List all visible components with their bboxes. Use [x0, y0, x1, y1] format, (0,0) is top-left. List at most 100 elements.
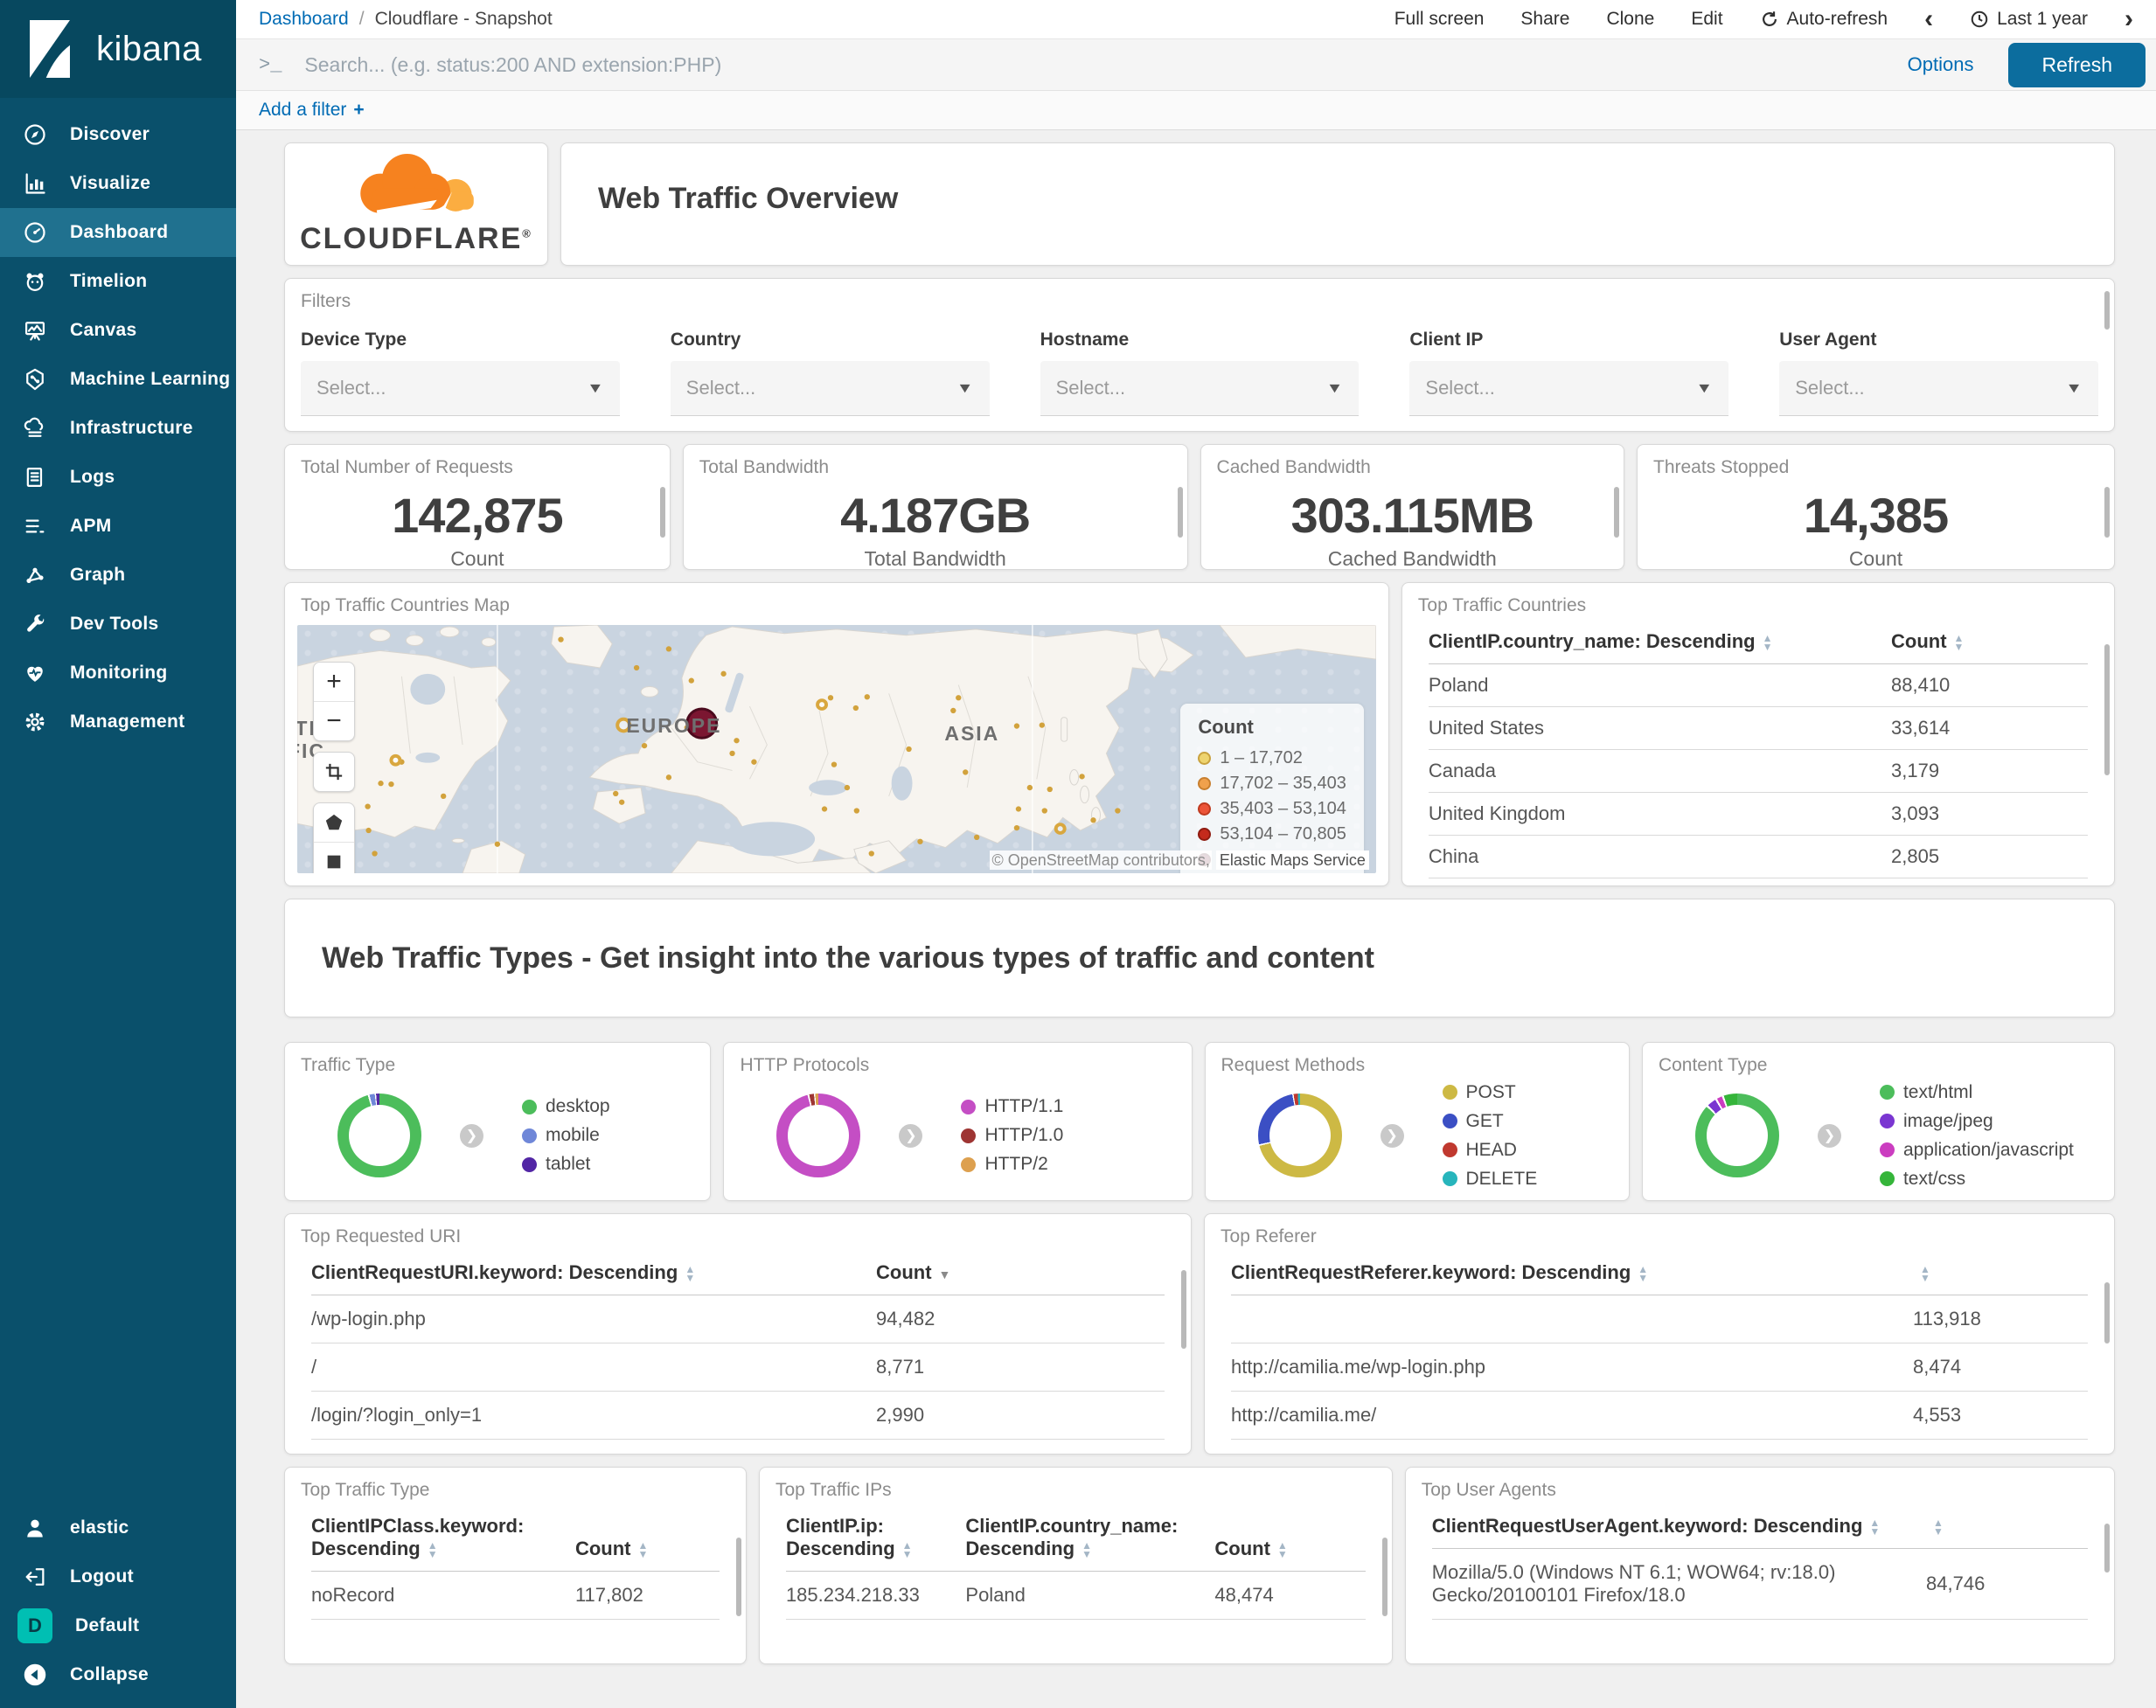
map-fit-bounds-button[interactable] [314, 753, 354, 791]
legend-chevron-icon[interactable]: ❯ [460, 1123, 483, 1148]
column-header-clientrequestreferer-keyword-descending[interactable]: ClientRequestReferer.keyword: Descending… [1231, 1251, 1913, 1295]
column-header-clientip-ip-descending[interactable]: ClientIP.ip: Descending ▲ ▼ [785, 1504, 966, 1572]
time-forward-chevron[interactable]: › [2125, 6, 2133, 32]
user-agent-select[interactable]: Select... ▼ [1779, 361, 2098, 416]
legend-item-image-jpeg[interactable]: image/jpeg [1879, 1111, 2074, 1132]
sidebar-item-logs[interactable]: Logs [0, 453, 236, 502]
legend-item-desktop[interactable]: desktop [522, 1096, 610, 1117]
sidebar-item-space-default[interactable]: D Default [0, 1601, 236, 1650]
filters-panel: Filters Device Type Select... ▼ Country S… [284, 278, 2115, 432]
legend-item-text-html[interactable]: text/html [1879, 1082, 2074, 1103]
sidebar-item-management[interactable]: Management [0, 698, 236, 746]
donut-chart[interactable] [1694, 1094, 1779, 1177]
hostname-select[interactable]: Select... ▼ [1040, 361, 1360, 416]
sort-icon: ▲ ▼ [1638, 1263, 1649, 1285]
sidebar-item-graph[interactable]: Graph [0, 551, 236, 600]
panel-scrollbar[interactable] [1177, 487, 1183, 538]
sidebar-item-collapse[interactable]: Collapse [0, 1650, 236, 1699]
section-header-text: Web Traffic Types - Get insight into the… [322, 941, 1374, 975]
clone-button[interactable]: Clone [1606, 9, 1654, 30]
sidebar-item-dashboard[interactable]: Dashboard [0, 208, 236, 257]
panel-scrollbar[interactable] [735, 1538, 741, 1616]
panel-scrollbar[interactable] [1381, 1538, 1387, 1616]
column-header-count[interactable]: ▲ ▼ [1926, 1504, 2089, 1549]
device-type-select[interactable]: Select... ▼ [301, 361, 620, 416]
full-screen-button[interactable]: Full screen [1394, 9, 1485, 30]
panel-scrollbar[interactable] [2104, 644, 2110, 775]
legend-dot [1879, 1085, 1895, 1100]
column-header-clientip-country-name-descending[interactable]: ClientIP.country_name: Descending ▲ ▼ [965, 1504, 1215, 1572]
add-filter-link[interactable]: Add a filter + [259, 100, 365, 121]
sidebar-item-user[interactable]: elastic [0, 1503, 236, 1552]
donut-chart[interactable] [337, 1094, 421, 1177]
legend-chevron-icon[interactable]: ❯ [899, 1123, 923, 1148]
legend-item-http-2[interactable]: HTTP/2 [961, 1154, 1063, 1175]
panel-scrollbar[interactable] [1614, 487, 1619, 538]
column-header-clientrequesturi-keyword-descending[interactable]: ClientRequestURI.keyword: Descending ▲ ▼ [311, 1251, 877, 1295]
kibana-logo[interactable]: kibana [0, 0, 236, 98]
column-header-clientip-country-name-descending[interactable]: ClientIP.country_name: Descending ▲ ▼ [1428, 620, 1891, 664]
country-select[interactable]: Select... ▼ [670, 361, 990, 416]
client-ip-select[interactable]: Select... ▼ [1409, 361, 1729, 416]
edit-button[interactable]: Edit [1691, 9, 1722, 30]
breadcrumb-dashboard[interactable]: Dashboard [259, 9, 349, 30]
refresh-button[interactable]: Refresh [2008, 42, 2146, 87]
world-map[interactable]: NORTHPACIFIC EUROPE ASIA + − [297, 625, 1376, 873]
filter-field-device-type: Device Type Select... ▼ [301, 330, 620, 416]
collapse-icon [23, 1663, 47, 1687]
panel-scrollbar[interactable] [659, 487, 665, 538]
sidebar-item-apm[interactable]: APM [0, 502, 236, 551]
column-header-count[interactable]: Count ▼ [876, 1251, 1165, 1295]
sidebar-item-logout[interactable]: Logout [0, 1552, 236, 1601]
column-header-clientrequestuseragent-keyword-descending[interactable]: ClientRequestUserAgent.keyword: Descendi… [1431, 1504, 1927, 1549]
legend-item-text-css[interactable]: text/css [1879, 1169, 2074, 1190]
auto-refresh-button[interactable]: Auto-refresh [1760, 9, 1888, 30]
sidebar-item-machine-learning[interactable]: Machine Learning [0, 355, 236, 404]
gear-icon [23, 710, 47, 734]
legend-item-delete[interactable]: DELETE [1442, 1169, 1537, 1190]
map-polygon-tool-button[interactable] [314, 803, 354, 842]
panel-scrollbar[interactable] [2104, 291, 2110, 330]
top-user-agents-panel: Top User Agents ClientRequestUserAgent.k… [1404, 1467, 2116, 1664]
map-zoom-out-button[interactable]: − [314, 701, 354, 740]
sidebar-item-discover[interactable]: Discover [0, 110, 236, 159]
donut-chart[interactable] [1257, 1094, 1342, 1177]
map-rectangle-tool-button[interactable] [314, 842, 354, 873]
legend-item-get[interactable]: GET [1442, 1111, 1538, 1132]
time-back-chevron[interactable]: ‹ [1924, 6, 1933, 32]
sidebar-item-infrastructure[interactable]: Infrastructure [0, 404, 236, 453]
sidebar-item-dev-tools[interactable]: Dev Tools [0, 600, 236, 649]
map-legend-item: 1 – 17,702 [1198, 746, 1346, 771]
panel-title: Top Traffic IPs [775, 1480, 892, 1500]
map-data-point [729, 750, 735, 757]
column-header-count[interactable]: Count ▲ ▼ [574, 1504, 720, 1572]
sidebar-item-monitoring[interactable]: Monitoring [0, 649, 236, 698]
legend-item-head[interactable]: HEAD [1442, 1140, 1538, 1161]
sidebar-item-timelion[interactable]: Timelion [0, 257, 236, 306]
legend-item-http-1-0[interactable]: HTTP/1.0 [961, 1125, 1063, 1146]
legend-item-post[interactable]: POST [1442, 1082, 1538, 1103]
share-button[interactable]: Share [1520, 9, 1569, 30]
donut-chart[interactable] [776, 1094, 861, 1177]
legend-item-tablet[interactable]: tablet [522, 1154, 610, 1175]
panel-scrollbar[interactable] [2104, 487, 2110, 538]
map-zoom-in-button[interactable]: + [314, 663, 354, 701]
legend-item-application-javascript[interactable]: application/javascript [1879, 1140, 2074, 1161]
panel-scrollbar[interactable] [2104, 1282, 2110, 1343]
legend-item-http-1-1[interactable]: HTTP/1.1 [961, 1096, 1063, 1117]
column-header-count[interactable]: Count ▲ ▼ [1214, 1504, 1366, 1572]
overview-title-panel: Web Traffic Overview [560, 142, 2115, 266]
time-picker[interactable]: Last 1 year [1970, 9, 2088, 30]
sidebar-item-visualize[interactable]: Visualize [0, 159, 236, 208]
panel-scrollbar[interactable] [1181, 1270, 1187, 1349]
legend-chevron-icon[interactable]: ❯ [1817, 1123, 1841, 1148]
column-header-clientipclass-keyword-descending[interactable]: ClientIPClass.keyword: Descending ▲ ▼ [311, 1504, 575, 1572]
column-header-count[interactable]: ▲ ▼ [1913, 1251, 2088, 1295]
sidebar-item-canvas[interactable]: Canvas [0, 306, 236, 355]
panel-scrollbar[interactable] [2104, 1524, 2111, 1573]
column-header-count[interactable]: Count ▲ ▼ [1891, 620, 2088, 664]
legend-chevron-icon[interactable]: ❯ [1380, 1123, 1404, 1148]
legend-item-mobile[interactable]: mobile [522, 1125, 610, 1146]
search-input[interactable] [303, 52, 1887, 78]
options-link[interactable]: Options [1908, 53, 1974, 76]
